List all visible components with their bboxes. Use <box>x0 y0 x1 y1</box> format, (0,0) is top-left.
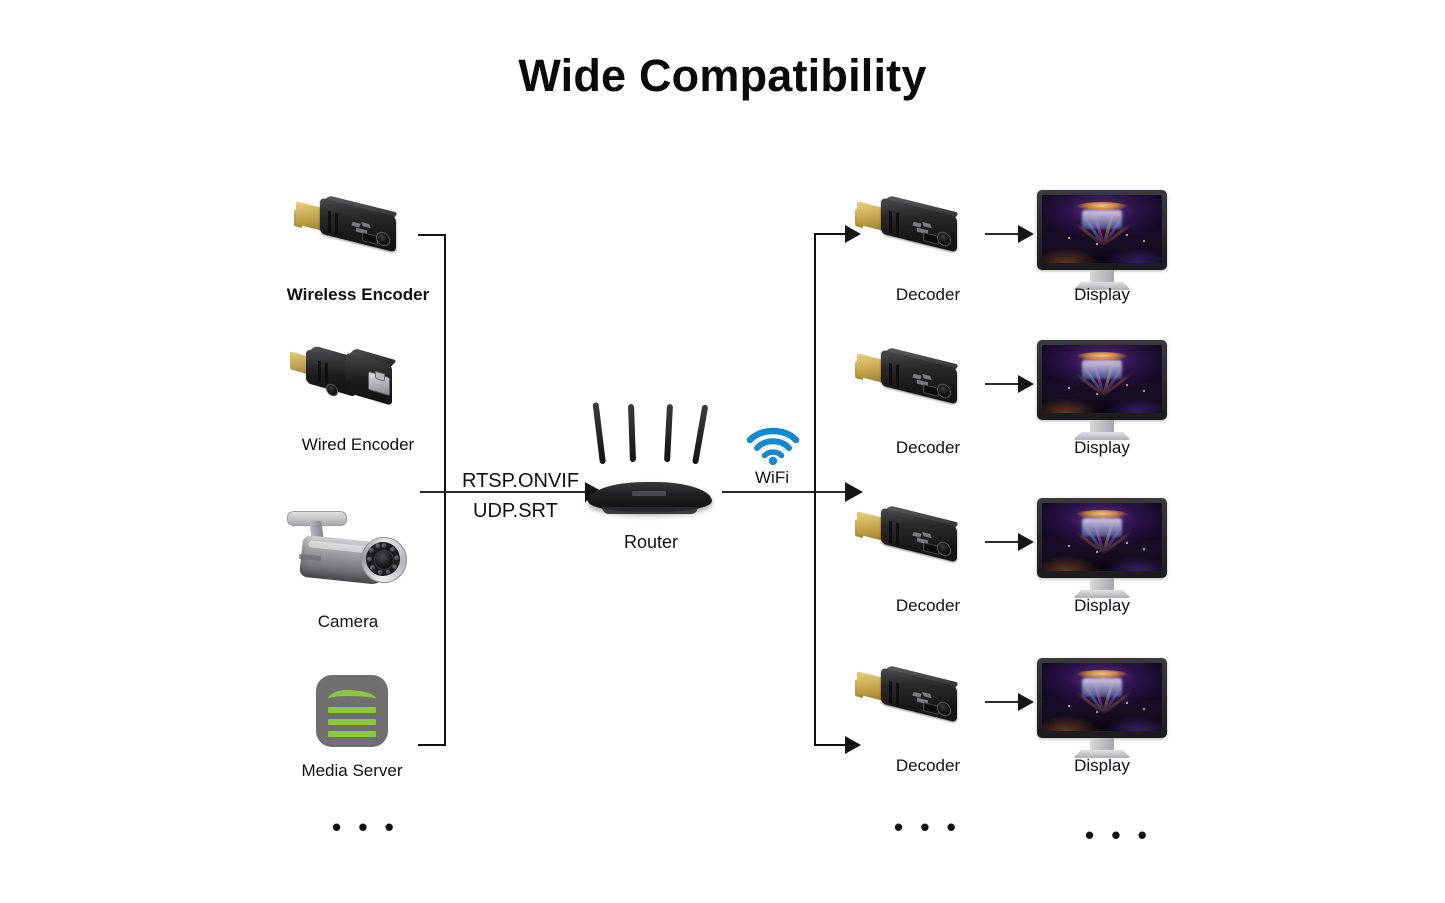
output-bus-vertical <box>814 234 816 746</box>
decoder-display-arrow-3 <box>1018 533 1034 551</box>
media-server-icon <box>316 675 388 747</box>
sources-ellipsis: • • • <box>332 812 399 842</box>
display-icon-2 <box>1037 340 1167 444</box>
protocol-label-bottom: UDP.SRT <box>473 500 558 522</box>
downlink-arrow-line <box>722 491 852 493</box>
protocol-label-top: RTSP.ONVIF <box>462 470 580 492</box>
display-label-2: Display <box>1074 438 1130 457</box>
display-icon-1 <box>1037 190 1167 294</box>
source-label-wireless-encoder: Wireless Encoder <box>286 285 430 304</box>
display-icon-3 <box>1037 498 1167 602</box>
diagram-canvas: Wide Compatibility Wireless Encoder Wire… <box>0 0 1445 903</box>
decoder-icon-1 <box>855 193 965 271</box>
decoder-display-arrow-4 <box>1018 693 1034 711</box>
wifi-router-icon <box>580 402 720 520</box>
bullet-camera-icon <box>283 505 411 613</box>
source-bus-stub-top <box>418 234 446 236</box>
decoder-label-4: Decoder <box>895 756 961 775</box>
source-label-camera: Camera <box>317 612 379 631</box>
displays-ellipsis: • • • <box>1085 820 1152 850</box>
display-label-1: Display <box>1074 285 1130 304</box>
decoder-icon-2 <box>855 345 965 423</box>
decoders-ellipsis: • • • <box>894 812 961 842</box>
wifi-label: WiFi <box>755 468 789 487</box>
decoder-label-1: Decoder <box>895 285 961 304</box>
decoder-label-3: Decoder <box>895 596 961 615</box>
wifi-icon <box>745 424 801 466</box>
display-icon-4 <box>1037 658 1167 762</box>
display-label-3: Display <box>1074 596 1130 615</box>
page-title: Wide Compatibility <box>518 50 927 101</box>
rj45-encoder-icon <box>288 343 408 429</box>
decoder-icon-4 <box>855 663 965 741</box>
decoder-display-arrow-1 <box>1018 225 1034 243</box>
source-bus-vertical <box>444 234 446 746</box>
decoder-label-2: Decoder <box>895 438 961 457</box>
decoder-icon-3 <box>855 503 965 581</box>
router-label: Router <box>623 532 679 552</box>
source-label-wired-encoder: Wired Encoder <box>301 435 415 454</box>
source-label-media-server: Media Server <box>301 761 403 780</box>
source-bus-stub-bottom <box>418 744 446 746</box>
hdmi-dongle-icon <box>294 193 404 271</box>
downlink-arrow-head-middle <box>845 482 863 502</box>
display-label-4: Display <box>1074 756 1130 775</box>
decoder-display-arrow-2 <box>1018 375 1034 393</box>
